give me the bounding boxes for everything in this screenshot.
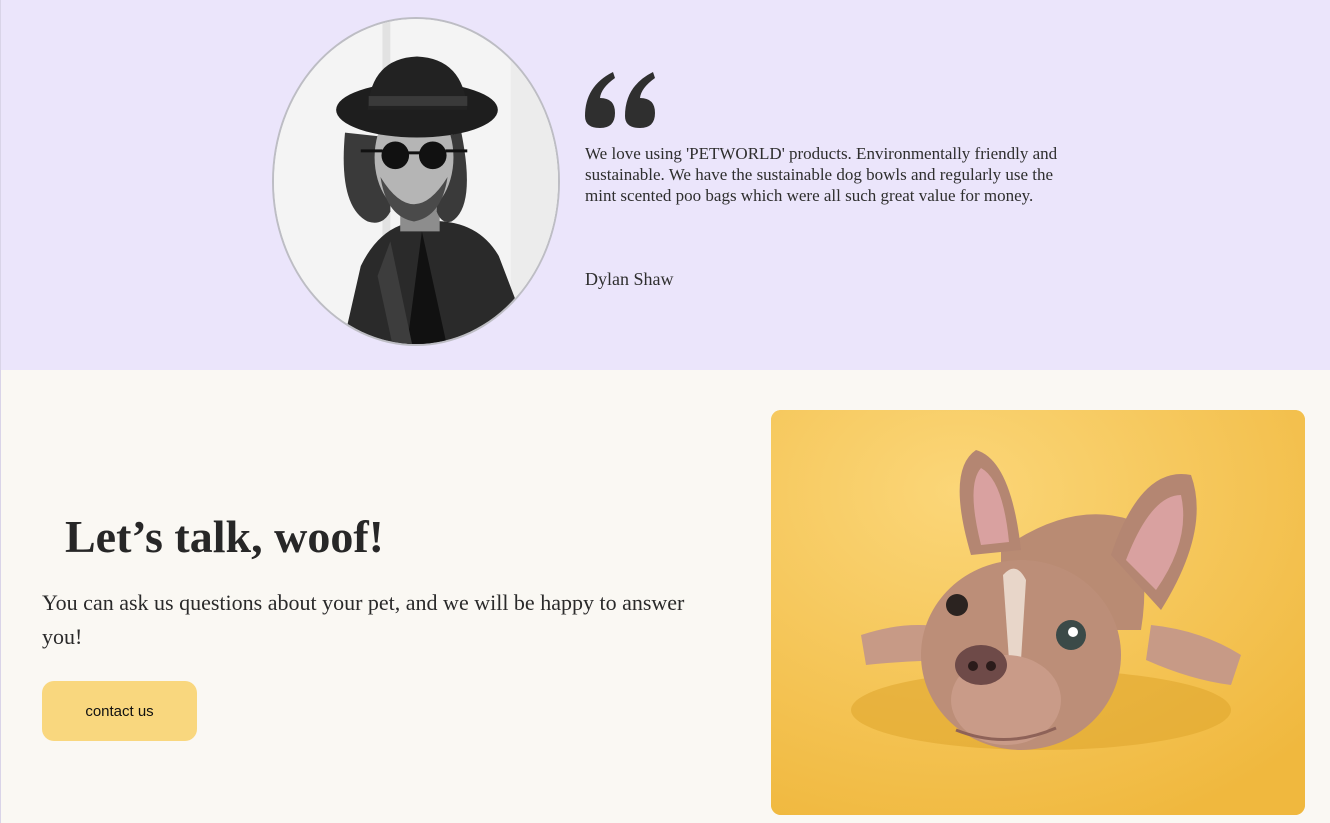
contact-section: Let’s talk, woof! You can ask us questio…: [0, 370, 1330, 823]
contact-us-button[interactable]: contact us: [42, 681, 197, 741]
contact-description: You can ask us questions about your pet,…: [42, 590, 685, 649]
man-portrait-image: [274, 19, 558, 344]
contact-title: Let’s talk, woof!: [65, 511, 384, 562]
testimonial-section: We love using 'PETWORLD' products. Envir…: [0, 0, 1330, 370]
puppy-image: [771, 410, 1305, 815]
quote-icon: [585, 72, 655, 128]
testimonial-author: Dylan Shaw: [585, 269, 674, 289]
testimonial-quote-text: We love using 'PETWORLD' products. Envir…: [585, 144, 1058, 205]
testimonial-avatar: [272, 17, 560, 346]
dog-photo: [771, 410, 1305, 815]
